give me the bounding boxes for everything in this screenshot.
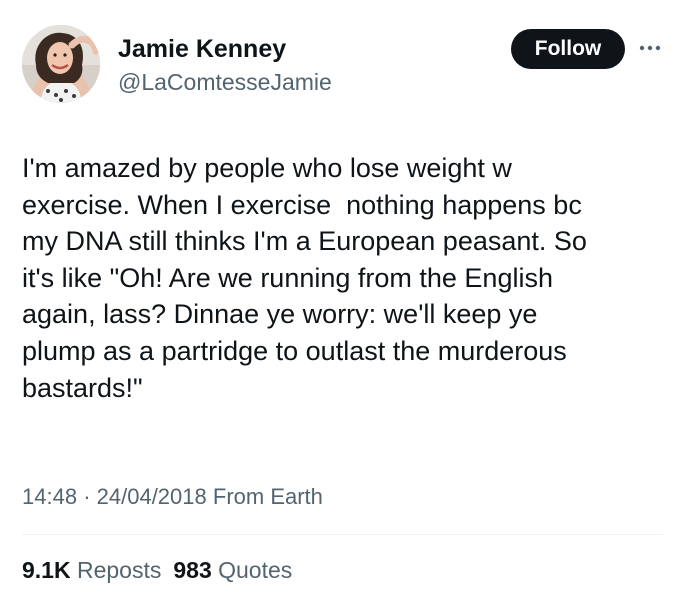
tweet-text-line: it's like "Oh! Are we running from the E…	[22, 262, 553, 293]
engagement-stats: 9.1K Reposts 983 Quotes	[22, 555, 292, 585]
meta-separator: ·	[83, 484, 91, 509]
quotes-count: 983	[173, 557, 212, 583]
reposts-label: Reposts	[76, 557, 162, 583]
follow-button[interactable]: Follow	[511, 29, 625, 69]
reposts-stat[interactable]: 9.1K Reposts	[22, 557, 161, 583]
tweet-metadata: 14:48 · 24/04/2018 From Earth	[22, 482, 323, 512]
tweet-date[interactable]: 24/04/2018	[97, 484, 207, 509]
tweet-text-line: I'm amazed by people who lose weight w	[22, 153, 512, 183]
tweet-text: I'm amazed by people who lose weight w e…	[22, 150, 662, 406]
tweet-text-line: again, lass? Dinnae ye worry: we'll keep…	[22, 299, 538, 330]
avatar[interactable]	[22, 25, 100, 103]
tweet-source: From Earth	[212, 484, 323, 509]
tweet-text-line: plump as a partridge to outlast the murd…	[22, 335, 567, 366]
author-display-name[interactable]: Jamie Kenney	[118, 33, 286, 65]
more-dots-glyph	[639, 45, 661, 51]
tweet-text-line: exercise. When I exercise nothing happen…	[22, 189, 582, 220]
reposts-count: 9.1K	[22, 557, 71, 583]
author-handle[interactable]: @LaComtesseJamie	[118, 67, 332, 97]
tweet-text-line: my DNA still thinks I'm a European peasa…	[22, 226, 587, 257]
avatar-photo	[22, 25, 100, 103]
tweet-text-line: bastards!"	[22, 372, 143, 403]
tweet-time[interactable]: 14:48	[22, 484, 77, 509]
quotes-label: Quotes	[218, 557, 293, 583]
divider	[22, 534, 663, 535]
more-horizontal-icon[interactable]	[636, 36, 664, 60]
quotes-stat[interactable]: 983 Quotes	[173, 557, 292, 583]
tweet-card: Jamie Kenney @LaComtesseJamie Follow I'm…	[0, 0, 685, 600]
